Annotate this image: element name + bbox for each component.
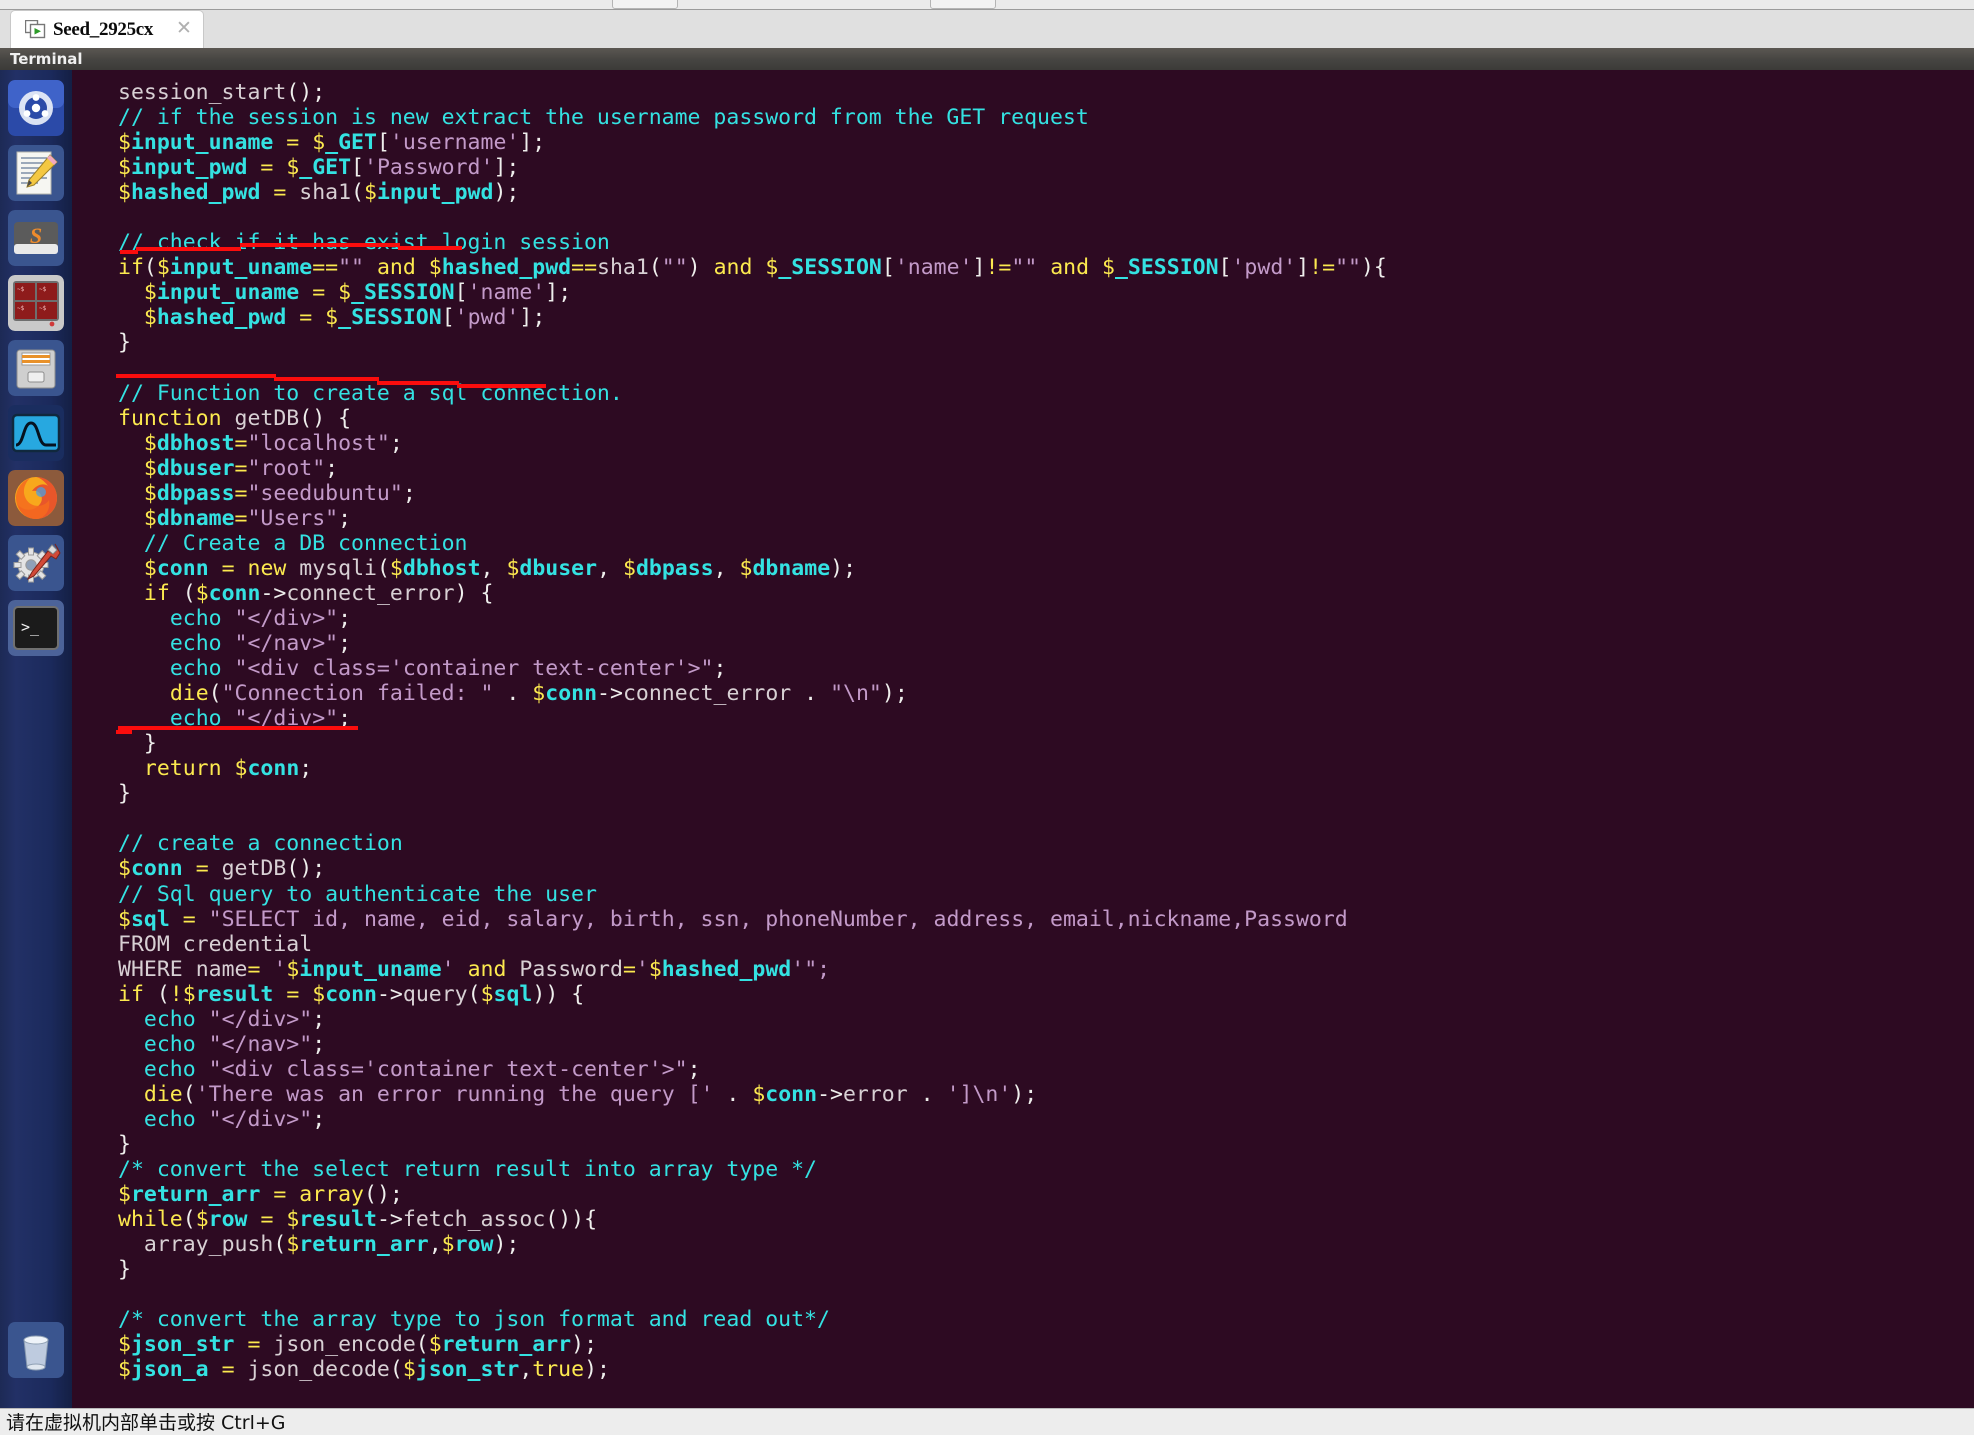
svg-text:S: S	[30, 223, 42, 248]
sublime-text-icon: S	[8, 210, 64, 266]
host-status-bar: 请在虚拟机内部单击或按 Ctrl+G	[0, 1408, 1974, 1435]
vmware-workstation-window: Seed_2925cx ✕ Terminal S ~$ ~$ ~$ ~$ >_ …	[0, 0, 1974, 1435]
unity-panel-app-title: Terminal	[10, 50, 83, 68]
sidebar-item-wireshark[interactable]	[8, 405, 64, 461]
svg-text:~$: ~$	[39, 286, 47, 293]
svg-text:~$: ~$	[17, 286, 25, 293]
svg-text:>_: >_	[21, 618, 40, 636]
unity-launcher: S ~$ ~$ ~$ ~$ >_	[0, 70, 72, 1408]
sidebar-item-system-settings[interactable]	[8, 535, 64, 591]
trash-icon	[8, 1322, 64, 1378]
text-editor-icon	[8, 145, 64, 201]
sidebar-item-file-manager[interactable]	[8, 340, 64, 396]
svg-text:~$: ~$	[17, 305, 25, 312]
terminal-icon: >_	[8, 600, 64, 656]
terminal-grid-icon: ~$ ~$ ~$ ~$	[8, 275, 64, 331]
sidebar-item-ubuntu-dash[interactable]	[8, 80, 64, 136]
vm-tab-title: Seed_2925cx	[53, 19, 154, 40]
toolbar-button-1[interactable]	[612, 0, 678, 9]
sidebar-item-terminal-grid[interactable]: ~$ ~$ ~$ ~$	[8, 275, 64, 331]
toolbar-button-2[interactable]	[930, 0, 996, 9]
system-settings-icon	[8, 535, 64, 591]
wireshark-icon	[8, 405, 64, 461]
sidebar-item-sublime-text[interactable]: S	[8, 210, 64, 266]
host-status-text: 请在虚拟机内部单击或按 Ctrl+G	[6, 1412, 286, 1434]
guest-os-screen[interactable]: Terminal S ~$ ~$ ~$ ~$ >_ session_start(…	[0, 48, 1974, 1408]
ubuntu-dash-icon	[8, 80, 64, 136]
sidebar-item-firefox[interactable]	[8, 470, 64, 526]
sidebar-item-text-editor[interactable]	[8, 145, 64, 201]
vm-window-icon	[25, 20, 46, 39]
svg-text:~$: ~$	[39, 305, 47, 312]
close-icon[interactable]: ✕	[174, 19, 194, 39]
vm-tab-bar: Seed_2925cx ✕	[0, 10, 1974, 49]
vmware-toolbar	[0, 0, 1974, 10]
sidebar-item-terminal[interactable]: >_	[8, 600, 64, 656]
file-manager-icon	[8, 340, 64, 396]
terminal-code-output: session_start();// if the session is new…	[118, 80, 1387, 1383]
firefox-icon	[8, 470, 64, 526]
vm-tab-seed[interactable]: Seed_2925cx ✕	[10, 10, 204, 48]
sidebar-item-trash[interactable]	[8, 1322, 64, 1378]
terminal-window[interactable]: session_start();// if the session is new…	[72, 70, 1974, 1408]
unity-top-panel: Terminal	[0, 48, 1974, 70]
